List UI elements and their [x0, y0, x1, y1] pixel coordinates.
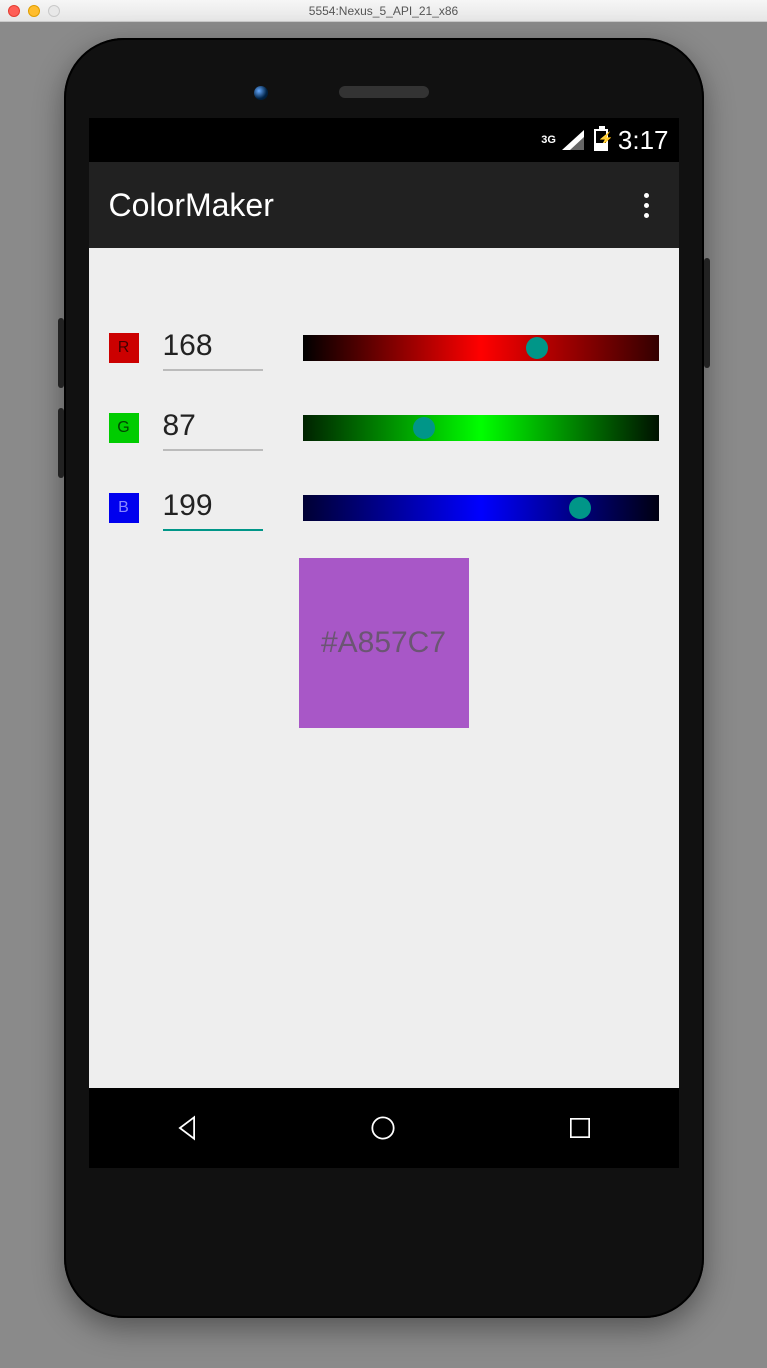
red-row: R 168: [109, 308, 659, 388]
blue-slider-thumb[interactable]: [569, 497, 591, 519]
green-row: G 87: [109, 388, 659, 468]
device-screen: 3G ⚡ 3:17 ColorMaker R 168 G 87: [89, 118, 679, 1168]
nav-home-button[interactable]: [365, 1110, 401, 1146]
blue-value-input[interactable]: 199: [163, 485, 263, 531]
color-swatch: #A857C7: [299, 558, 469, 728]
circle-home-icon: [367, 1112, 399, 1144]
swatch-container: #A857C7: [109, 558, 659, 728]
red-slider[interactable]: [303, 335, 659, 361]
signal-icon: [562, 130, 584, 150]
green-chip: G: [109, 413, 139, 443]
app-bar: ColorMaker: [89, 162, 679, 248]
app-content: R 168 G 87 B 199: [89, 248, 679, 728]
hex-label: #A857C7: [321, 626, 446, 660]
android-status-bar: 3G ⚡ 3:17: [89, 118, 679, 162]
red-value-input[interactable]: 168: [163, 325, 263, 371]
emulator-window-title: 5554:Nexus_5_API_21_x86: [0, 4, 767, 18]
device-front-camera: [254, 86, 268, 100]
red-slider-track: [303, 335, 659, 361]
green-slider[interactable]: [303, 415, 659, 441]
red-chip: R: [109, 333, 139, 363]
device-power-button[interactable]: [704, 258, 710, 368]
device-volume-down-button[interactable]: [58, 408, 64, 478]
battery-charging-icon: ⚡: [594, 129, 608, 151]
nav-recents-button[interactable]: [562, 1110, 598, 1146]
overflow-menu-button[interactable]: [634, 183, 659, 228]
emulator-titlebar: 5554:Nexus_5_API_21_x86: [0, 0, 767, 22]
green-value-input[interactable]: 87: [163, 405, 263, 451]
device-earpiece: [339, 86, 429, 98]
device-frame: 3G ⚡ 3:17 ColorMaker R 168 G 87: [64, 38, 704, 1318]
app-title: ColorMaker: [109, 187, 274, 224]
dots-icon: [644, 193, 649, 198]
green-slider-track: [303, 415, 659, 441]
blue-slider[interactable]: [303, 495, 659, 521]
triangle-back-icon: [171, 1112, 203, 1144]
blue-row: B 199: [109, 468, 659, 548]
android-nav-bar: [89, 1088, 679, 1168]
square-recents-icon: [565, 1113, 595, 1143]
blue-chip: B: [109, 493, 139, 523]
red-slider-thumb[interactable]: [526, 337, 548, 359]
green-slider-thumb[interactable]: [413, 417, 435, 439]
blue-slider-track: [303, 495, 659, 521]
nav-back-button[interactable]: [169, 1110, 205, 1146]
device-volume-up-button[interactable]: [58, 318, 64, 388]
clock-label: 3:17: [618, 125, 669, 156]
network-type-label: 3G: [541, 135, 556, 146]
